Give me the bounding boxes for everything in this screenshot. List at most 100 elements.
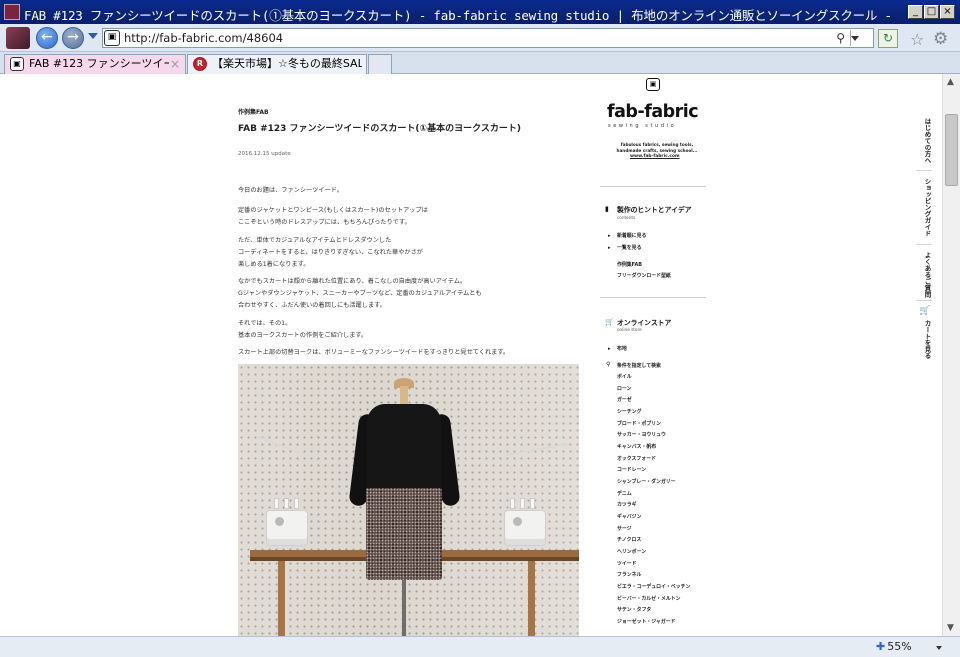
sidebar-link-newest[interactable]: 新着順に見る bbox=[617, 232, 646, 239]
category-item[interactable]: ギャバジン bbox=[617, 513, 641, 520]
thread-spool bbox=[284, 498, 289, 509]
zoom-dropdown-icon[interactable] bbox=[936, 646, 942, 650]
category-item[interactable]: カツラギ bbox=[617, 501, 637, 508]
maximize-button[interactable]: □ bbox=[924, 5, 939, 19]
vnav-divider bbox=[916, 300, 932, 301]
category-item[interactable]: チノクロス bbox=[617, 536, 641, 543]
cart-icon[interactable]: 🛒 bbox=[919, 306, 930, 316]
close-button[interactable]: × bbox=[940, 5, 955, 19]
category-item[interactable]: ボイル bbox=[617, 373, 632, 380]
site-favicon-icon: ▣ bbox=[104, 30, 120, 46]
sidebar-link-list[interactable]: 一覧を見る bbox=[617, 244, 641, 251]
history-dropdown-icon[interactable] bbox=[88, 33, 98, 39]
category-item[interactable]: ローン bbox=[617, 385, 631, 392]
article-paragraph: それでは、その1。 基本のヨークスカートの作例をご紹介します。 bbox=[238, 318, 367, 342]
tab-rakuten[interactable]: R 【楽天市場】☆冬もの最終SALE... bbox=[187, 54, 367, 74]
scrollbar-thumb[interactable] bbox=[945, 114, 958, 186]
rakuten-favicon-icon: R bbox=[193, 57, 207, 71]
favorites-star-icon[interactable]: ☆ bbox=[910, 30, 924, 49]
scroll-up-icon[interactable]: ▲ bbox=[947, 77, 954, 87]
category-item[interactable]: ビエラ・コーデュロイ・ベッチン bbox=[617, 583, 690, 590]
category-item[interactable]: ガーゼ bbox=[617, 396, 632, 403]
thread-spool bbox=[520, 498, 525, 509]
arrow-right-icon: ▸ bbox=[608, 233, 611, 239]
machine-knob bbox=[513, 517, 522, 526]
table-leg bbox=[278, 561, 285, 636]
address-bar[interactable]: ▣ http://fab-fabric.com/48604 ⚲ bbox=[102, 28, 874, 48]
scroll-down-icon[interactable]: ▼ bbox=[947, 623, 954, 633]
minimize-button[interactable]: _ bbox=[908, 5, 923, 19]
address-dropdown-icon[interactable] bbox=[851, 36, 859, 41]
site-favicon-icon: ▣ bbox=[10, 57, 24, 71]
vnav-divider bbox=[916, 244, 932, 245]
category-item[interactable]: サージ bbox=[617, 525, 632, 532]
article-paragraph: なかでもスカートは顔から離れた位置にあり、着こなしの自由度が高いアイテム。 Gジ… bbox=[238, 276, 482, 312]
category-item[interactable]: オックスフォード bbox=[617, 455, 656, 462]
category-item[interactable]: サッカー・ヨウリュウ bbox=[617, 431, 666, 438]
category-item[interactable]: シャンブレー・ダンガリー bbox=[617, 478, 676, 485]
vertical-scrollbar[interactable]: ▲ ▼ bbox=[942, 74, 960, 636]
category-item[interactable]: キャンバス・帆布 bbox=[617, 443, 656, 450]
zoom-control[interactable]: ✚ 55% bbox=[876, 640, 942, 655]
vnav-cart[interactable]: カートを見る bbox=[916, 320, 932, 359]
fab-logo-icon: ▣ bbox=[646, 78, 660, 91]
sewing-machine bbox=[266, 510, 308, 546]
thread-spool bbox=[510, 498, 515, 509]
category-item[interactable]: コードレーン bbox=[617, 466, 646, 473]
refresh-button[interactable]: ↻ bbox=[878, 29, 898, 48]
site-url-link[interactable]: www.fab-fabric.com bbox=[630, 154, 680, 159]
category-item[interactable]: シーチング bbox=[617, 408, 641, 415]
gear-icon[interactable]: ⚙ bbox=[933, 29, 948, 49]
tab-fab-fabric[interactable]: ▣ FAB #123 ファンシーツイード... × bbox=[4, 54, 186, 74]
text-line: それでは、その1。 bbox=[238, 320, 292, 327]
site-tagline: fabulous fabrics, sewing tools, handmade… bbox=[616, 142, 698, 153]
vnav-first-time[interactable]: はじめての方へ bbox=[916, 118, 932, 164]
text-line: 合わせやすく、ふだん使いの着回しにも活躍します。 bbox=[238, 302, 386, 309]
forward-button[interactable]: → bbox=[62, 27, 84, 49]
category-item[interactable]: フランネル bbox=[617, 571, 641, 578]
book-icon: ▮ bbox=[605, 205, 609, 213]
browser-app-icon bbox=[4, 4, 20, 20]
category-item[interactable]: ツイード bbox=[617, 560, 637, 567]
arrow-right-icon: → bbox=[67, 29, 79, 45]
vnav-faq[interactable]: よくあるご質問 bbox=[916, 252, 932, 298]
status-bar: ✚ 55% bbox=[0, 636, 960, 657]
text-line: なかでもスカートは顔から離れた位置にあり、着こなしの自由度が高いアイテム。 bbox=[238, 278, 467, 285]
article-category[interactable]: 作例集FAB bbox=[238, 107, 269, 116]
tab-close-icon[interactable]: × bbox=[170, 55, 180, 73]
sidebar-link-fabric[interactable]: 布地 bbox=[617, 345, 627, 352]
site-logo[interactable]: fab-fabric bbox=[607, 102, 699, 122]
category-item[interactable]: ジョーゼット・ジャガード bbox=[617, 618, 675, 625]
new-tab-button[interactable] bbox=[368, 54, 392, 74]
category-item[interactable]: ヘリンボーン bbox=[617, 548, 646, 555]
text-line: スカート上部の切替ヨークは、ボリューミーなファンシーツイードをすっきりと見せてく… bbox=[238, 349, 510, 356]
category-item[interactable]: デニム bbox=[617, 490, 632, 497]
tab-label: 【楽天市場】☆冬もの最終SALE... bbox=[212, 57, 362, 70]
text-line: 今日のお題は、ファンシーツイード。 bbox=[238, 187, 343, 194]
back-button[interactable]: ← bbox=[36, 27, 58, 49]
article-date: 2016.12.15 update bbox=[238, 151, 291, 157]
article-paragraph: 定番のジャケットとワンピース(もしくはスカート)のセットアップは ここぞという時… bbox=[238, 205, 428, 229]
address-url[interactable]: http://fab-fabric.com/48604 bbox=[124, 31, 283, 45]
black-shirt bbox=[367, 404, 441, 498]
sidebar-link-patterns[interactable]: フリーダウンロード型紙 bbox=[617, 272, 671, 279]
text-line: Gジャンやダウンジャケット、スニーカーやブーツなど、定番のカジュアルアイテムとも bbox=[238, 290, 482, 297]
text-line: 楽しめる1着になります。 bbox=[238, 261, 310, 268]
sidebar-link-fab[interactable]: 作例集FAB bbox=[617, 261, 642, 268]
machine-knob bbox=[275, 517, 284, 526]
article-title: FAB #123 ファンシーツイードのスカート(①基本のヨークスカート) bbox=[238, 124, 521, 134]
skirt-photo bbox=[238, 364, 579, 636]
vnav-shopping-guide[interactable]: ショッピングガイド bbox=[916, 178, 932, 237]
window-title: FAB #123 ファンシーツイードのスカート(①基本のヨークスカート) - f… bbox=[24, 8, 894, 23]
category-item[interactable]: サテン・タフタ bbox=[617, 606, 651, 613]
tab-label: FAB #123 ファンシーツイード... bbox=[29, 57, 169, 70]
category-item[interactable]: ブロード・ポプリン bbox=[617, 420, 661, 427]
thread-spool bbox=[530, 498, 535, 509]
sidebar-link-search[interactable]: 条件を指定して検索 bbox=[617, 362, 661, 369]
user-avatar[interactable] bbox=[6, 27, 30, 49]
category-item[interactable]: ビーバー・カルゼ・メルトン bbox=[617, 595, 681, 602]
tab-bar: ▣ FAB #123 ファンシーツイード... × R 【楽天市場】☆冬もの最終… bbox=[0, 52, 960, 74]
tweed-skirt bbox=[366, 488, 442, 580]
search-icon[interactable]: ⚲ bbox=[836, 31, 845, 45]
text-line: 基本のヨークスカートの作例をご紹介します。 bbox=[238, 332, 368, 339]
